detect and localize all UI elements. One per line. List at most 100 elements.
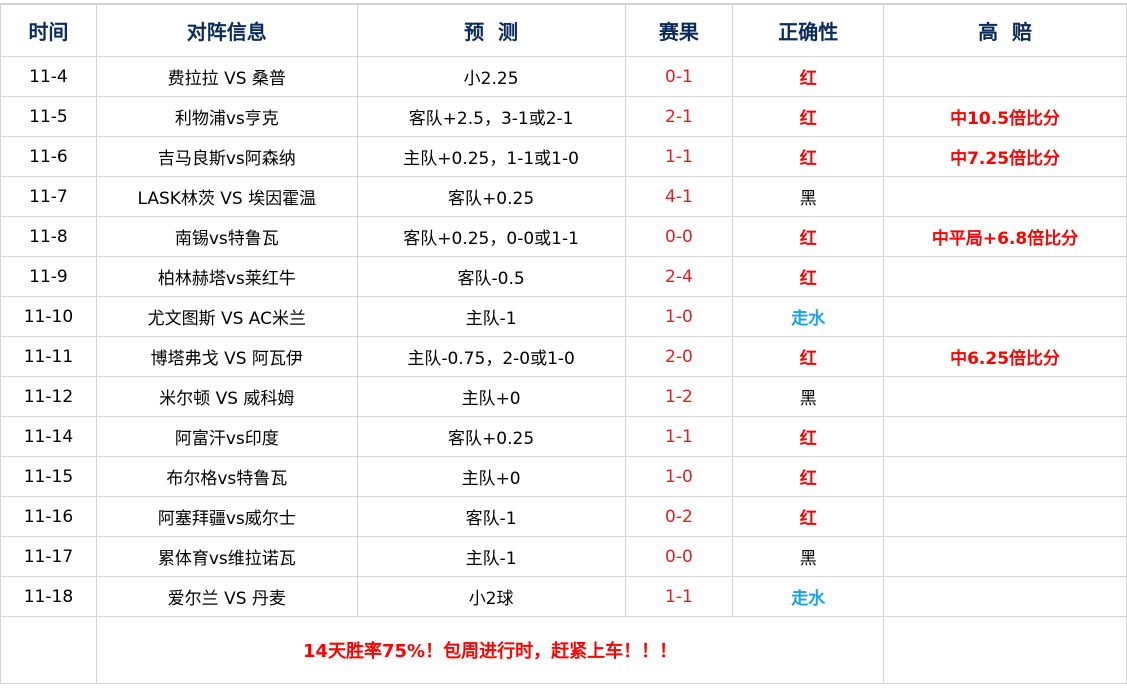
- cell-prediction[interactable]: 客队-0.5: [356, 256, 626, 297]
- cell-correct[interactable]: 红: [732, 256, 885, 297]
- cell-prediction[interactable]: 小2.25: [356, 56, 626, 97]
- table-row: 11-6 吉马良斯vs阿森纳 主队+0.25，1-1或1-0 1-1 红中7.25倍比分: [0, 136, 1127, 177]
- cell-correct[interactable]: 走水: [732, 576, 885, 617]
- cell-score[interactable]: 1-1: [624, 416, 734, 457]
- cell-prediction[interactable]: 主队-0.75，2-0或1-0: [356, 336, 626, 377]
- cell-date[interactable]: 11-16: [0, 496, 97, 537]
- cell-score[interactable]: 2-1: [624, 96, 734, 137]
- cell-score[interactable]: 2-0: [624, 336, 734, 377]
- cell-correct[interactable]: 红: [732, 136, 885, 177]
- header-row: 时间 对阵信息 预 测 赛果 正确性 高 赔: [0, 4, 1127, 57]
- cell-correct[interactable]: 黑: [732, 376, 885, 417]
- cell-prediction[interactable]: 客队-1: [356, 496, 626, 537]
- cell-date[interactable]: 11-9: [0, 256, 97, 297]
- table-row: 11-7 LASK林茨 VS 埃因霍温 客队+0.25 4-1 黑: [0, 176, 1127, 217]
- table-row: 11-16 阿塞拜疆vs威尔士 客队-1 0-2 红: [0, 496, 1127, 537]
- cell-match[interactable]: 柏林赫塔vs莱红牛: [95, 256, 358, 297]
- cell-correct[interactable]: 走水: [732, 296, 885, 337]
- cell-correct[interactable]: 红: [732, 96, 885, 137]
- cell-prediction[interactable]: 客队+0.25: [356, 176, 626, 217]
- header-high-odds[interactable]: 高 赔: [883, 4, 1127, 57]
- cell-prediction[interactable]: 小2球: [356, 576, 626, 617]
- header-prediction[interactable]: 预 测: [356, 4, 626, 57]
- cell-match[interactable]: 米尔顿 VS 威科姆: [95, 376, 358, 417]
- cell-high-odds[interactable]: [883, 416, 1127, 457]
- cell-correct[interactable]: 红: [732, 336, 885, 377]
- cell-score[interactable]: 0-0: [624, 536, 734, 577]
- cell-date[interactable]: 11-15: [0, 456, 97, 497]
- cell-date[interactable]: 11-12: [0, 376, 97, 417]
- cell-match[interactable]: 利物浦vs亨克: [95, 96, 358, 137]
- cell-score[interactable]: 0-0: [624, 216, 734, 257]
- footer-message[interactable]: 14天胜率75%！包周进行时，赶紧上车！！！: [95, 616, 885, 684]
- cell-correct[interactable]: 红: [732, 56, 885, 97]
- cell-high-odds[interactable]: [883, 576, 1127, 617]
- cell-score[interactable]: 1-0: [624, 296, 734, 337]
- cell-date[interactable]: 11-4: [0, 56, 97, 97]
- cell-date[interactable]: 11-8: [0, 216, 97, 257]
- cell-score[interactable]: 0-2: [624, 496, 734, 537]
- cell-correct[interactable]: 红: [732, 416, 885, 457]
- cell-correct[interactable]: 黑: [732, 176, 885, 217]
- cell-match[interactable]: 南锡vs特鲁瓦: [95, 216, 358, 257]
- cell-date[interactable]: 11-7: [0, 176, 97, 217]
- cell-match[interactable]: 布尔格vs特鲁瓦: [95, 456, 358, 497]
- table-row: 11-10 尤文图斯 VS AC米兰 主队-1 1-0 走水: [0, 296, 1127, 337]
- cell-prediction[interactable]: 客队+2.5，3-1或2-1: [356, 96, 626, 137]
- cell-date[interactable]: 11-11: [0, 336, 97, 377]
- cell-prediction[interactable]: 主队+0.25，1-1或1-0: [356, 136, 626, 177]
- cell-high-odds[interactable]: [883, 256, 1127, 297]
- predictions-table: 时间 对阵信息 预 测 赛果 正确性 高 赔 11-4 费拉拉 VS 桑普 小2.2…: [0, 4, 1127, 684]
- cell-correct[interactable]: 红: [732, 456, 885, 497]
- cell-prediction[interactable]: 主队+0: [356, 376, 626, 417]
- cell-high-odds[interactable]: [883, 176, 1127, 217]
- cell-match[interactable]: 阿塞拜疆vs威尔士: [95, 496, 358, 537]
- cell-high-odds[interactable]: [883, 296, 1127, 337]
- cell-prediction[interactable]: 主队-1: [356, 296, 626, 337]
- cell-match[interactable]: 费拉拉 VS 桑普: [95, 56, 358, 97]
- cell-date[interactable]: 11-10: [0, 296, 97, 337]
- cell-score[interactable]: 0-1: [624, 56, 734, 97]
- cell-date[interactable]: 11-18: [0, 576, 97, 617]
- header-date[interactable]: 时间: [0, 4, 97, 57]
- cell-score[interactable]: 2-4: [624, 256, 734, 297]
- cell-prediction[interactable]: 客队+0.25: [356, 416, 626, 457]
- cell-high-odds[interactable]: [883, 496, 1127, 537]
- cell-score[interactable]: 1-1: [624, 576, 734, 617]
- cell-match[interactable]: 尤文图斯 VS AC米兰: [95, 296, 358, 337]
- cell-prediction[interactable]: 主队+0: [356, 456, 626, 497]
- cell-match[interactable]: 阿富汗vs印度: [95, 416, 358, 457]
- header-match[interactable]: 对阵信息: [95, 4, 358, 57]
- header-score[interactable]: 赛果: [624, 4, 734, 57]
- cell-score[interactable]: 1-2: [624, 376, 734, 417]
- cell-high-odds[interactable]: [883, 56, 1127, 97]
- cell-date[interactable]: 11-17: [0, 536, 97, 577]
- cell-high-odds[interactable]: [883, 456, 1127, 497]
- cell-score[interactable]: 1-0: [624, 456, 734, 497]
- cell-match[interactable]: 爱尔兰 VS 丹麦: [95, 576, 358, 617]
- cell-score[interactable]: 4-1: [624, 176, 734, 217]
- cell-prediction[interactable]: 主队-1: [356, 536, 626, 577]
- table-row: 11-12 米尔顿 VS 威科姆 主队+0 1-2 黑: [0, 376, 1127, 417]
- cell-match[interactable]: 博塔弗戈 VS 阿瓦伊: [95, 336, 358, 377]
- cell-high-odds[interactable]: 中6.25倍比分: [883, 336, 1127, 377]
- cell-date[interactable]: 11-5: [0, 96, 97, 137]
- footer-empty-cell[interactable]: [883, 616, 1127, 684]
- cell-correct[interactable]: 红: [732, 496, 885, 537]
- cell-date[interactable]: 11-14: [0, 416, 97, 457]
- cell-match[interactable]: 吉马良斯vs阿森纳: [95, 136, 358, 177]
- cell-date[interactable]: 11-6: [0, 136, 97, 177]
- cell-high-odds[interactable]: [883, 536, 1127, 577]
- cell-correct[interactable]: 红: [732, 216, 885, 257]
- cell-prediction[interactable]: 客队+0.25，0-0或1-1: [356, 216, 626, 257]
- cell-score[interactable]: 1-1: [624, 136, 734, 177]
- cell-high-odds[interactable]: 中平局+6.8倍比分: [883, 216, 1127, 257]
- cell-match[interactable]: 累体育vs维拉诺瓦: [95, 536, 358, 577]
- cell-match[interactable]: LASK林茨 VS 埃因霍温: [95, 176, 358, 217]
- cell-high-odds[interactable]: 中7.25倍比分: [883, 136, 1127, 177]
- cell-high-odds[interactable]: 中10.5倍比分: [883, 96, 1127, 137]
- footer-empty-cell[interactable]: [0, 616, 97, 684]
- cell-high-odds[interactable]: [883, 376, 1127, 417]
- header-correct[interactable]: 正确性: [732, 4, 885, 57]
- cell-correct[interactable]: 黑: [732, 536, 885, 577]
